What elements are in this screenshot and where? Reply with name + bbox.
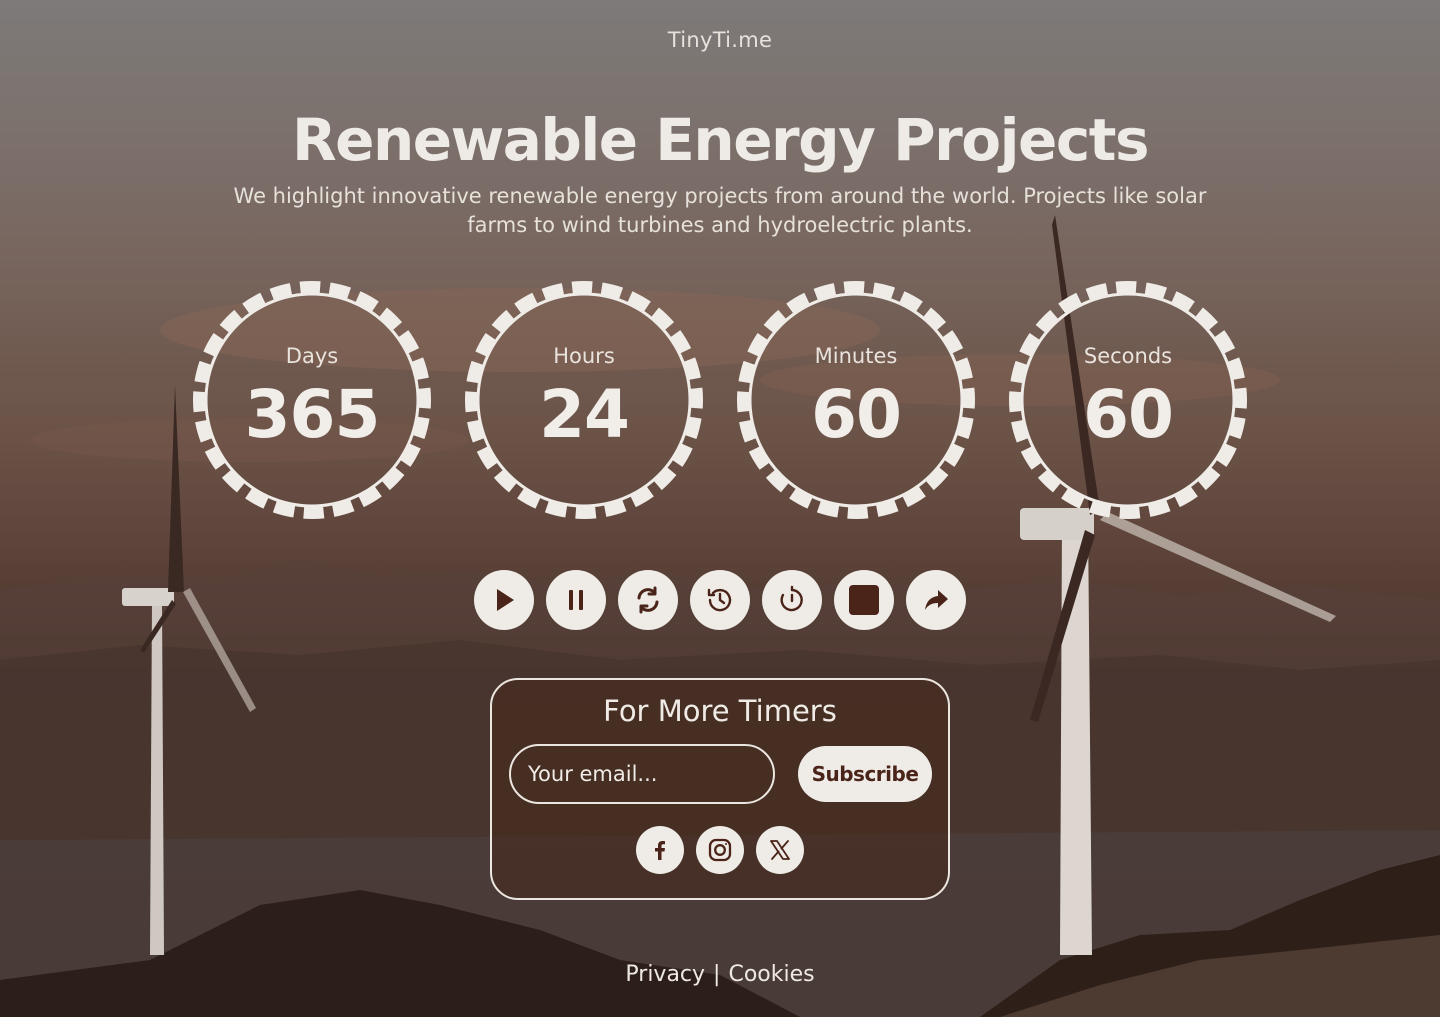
brand-logo[interactable]: TinyTi.me	[0, 28, 1440, 52]
dial-value-hours: 24	[539, 376, 630, 453]
x-icon	[770, 840, 790, 860]
dial-value-days: 365	[244, 376, 381, 453]
social-links	[636, 826, 806, 874]
dial-value-seconds: 60	[1083, 376, 1174, 453]
subscribe-button[interactable]: Subscribe	[798, 746, 932, 802]
signup-panel: For More Timers Subscribe	[490, 678, 950, 900]
timer-button[interactable]	[762, 570, 822, 630]
dial-label-days: Days	[285, 344, 339, 368]
privacy-link[interactable]: Privacy	[625, 962, 705, 987]
dial-seconds: Seconds 60	[1008, 280, 1248, 520]
timer-icon	[780, 585, 803, 612]
pause-icon	[569, 590, 583, 610]
dial-value-minutes: 60	[811, 376, 902, 453]
facebook-icon	[655, 841, 665, 860]
refresh-icon	[637, 586, 659, 614]
email-field[interactable]	[509, 744, 775, 804]
footer-separator: |	[713, 962, 721, 987]
instagram-icon	[708, 838, 732, 862]
x-link[interactable]	[756, 826, 804, 874]
countdown-dials: Days 365 Hours 24 Minutes 60 Seconds 60	[0, 280, 1440, 524]
share-button[interactable]	[906, 570, 966, 630]
play-button[interactable]	[474, 570, 534, 630]
dial-label-seconds: Seconds	[1083, 344, 1173, 368]
facebook-link[interactable]	[636, 826, 684, 874]
share-icon	[925, 590, 948, 610]
cookies-link[interactable]: Cookies	[728, 962, 814, 987]
signup-title: For More Timers	[603, 694, 837, 728]
page-subtitle: We highlight innovative renewable energy…	[233, 184, 1207, 237]
page-title: Renewable Energy Projects	[292, 106, 1149, 174]
footer-links: Privacy | Cookies	[0, 962, 1440, 987]
restart-button[interactable]	[618, 570, 678, 630]
instagram-link[interactable]	[696, 826, 744, 874]
pause-button[interactable]	[546, 570, 606, 630]
dial-label-hours: Hours	[553, 344, 615, 368]
history-button[interactable]	[690, 570, 750, 630]
dial-label-minutes: Minutes	[814, 344, 898, 368]
timer-controls	[474, 570, 966, 630]
play-icon	[497, 589, 514, 611]
stop-icon	[849, 585, 879, 615]
dial-days: Days 365	[192, 280, 432, 520]
history-icon	[707, 588, 732, 612]
dial-minutes: Minutes 60	[736, 280, 976, 520]
dial-hours: Hours 24	[464, 280, 704, 520]
stop-button[interactable]	[834, 570, 894, 630]
